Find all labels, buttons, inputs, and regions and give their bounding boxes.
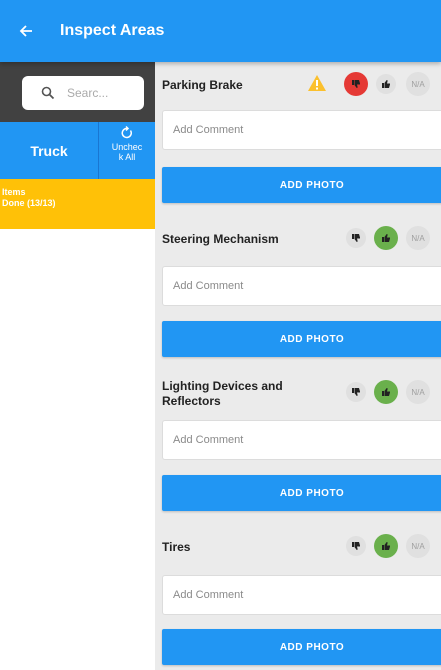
back-button[interactable] <box>6 0 46 62</box>
item-title: Parking Brake <box>162 78 243 92</box>
sidebar: Truck Unchec k All Items Done (13/13) <box>0 62 156 670</box>
add-photo-button[interactable]: ADD PHOTO <box>162 321 441 357</box>
refresh-icon <box>121 126 132 139</box>
search-box[interactable] <box>22 76 144 110</box>
thumbs-up-icon <box>382 80 390 88</box>
thumbs-down-icon <box>352 80 360 88</box>
inspection-item: Lighting Devices and Reflectors N/A ADD … <box>162 378 441 511</box>
pass-button[interactable] <box>374 380 398 404</box>
thumbs-up-icon <box>382 542 390 550</box>
na-button[interactable]: N/A <box>406 534 430 558</box>
tab-row: Truck Unchec k All <box>0 122 155 179</box>
page-title: Inspect Areas <box>60 22 165 39</box>
fail-button[interactable] <box>346 382 366 402</box>
comment-field[interactable] <box>162 420 441 460</box>
comment-field[interactable] <box>162 110 441 150</box>
thumbs-down-icon <box>352 234 360 242</box>
app-bar: Inspect Areas <box>0 0 441 62</box>
thumbs-down-icon <box>352 388 360 396</box>
status-title: Items <box>2 187 26 197</box>
na-button[interactable]: N/A <box>406 226 430 250</box>
items-status-card[interactable]: Items Done (13/13) <box>0 179 155 229</box>
thumbs-up-icon <box>382 388 390 396</box>
inspection-item: Parking Brake N/A ADD PHOTO <box>162 70 441 203</box>
pass-button[interactable] <box>376 74 396 94</box>
add-photo-button[interactable]: ADD PHOTO <box>162 475 441 511</box>
search-area <box>0 62 155 122</box>
thumbs-up-icon <box>382 234 390 242</box>
item-title: Lighting Devices and Reflectors <box>162 379 283 408</box>
na-button[interactable]: N/A <box>406 380 430 404</box>
fail-button[interactable] <box>346 536 366 556</box>
inspection-list: Parking Brake N/A ADD PHOTO Steering Mec… <box>155 62 441 670</box>
uncheck-all-button[interactable]: Unchec k All <box>98 122 155 179</box>
arrow-left-icon <box>19 25 32 37</box>
search-icon <box>41 86 55 100</box>
comment-field[interactable] <box>162 266 441 306</box>
warning-icon <box>308 75 326 91</box>
item-title: Tires <box>162 540 191 554</box>
fail-button[interactable] <box>346 228 366 248</box>
fail-button[interactable] <box>344 72 368 96</box>
add-photo-button[interactable]: ADD PHOTO <box>162 629 441 665</box>
add-photo-button[interactable]: ADD PHOTO <box>162 167 441 203</box>
uncheck-all-label: Unchec k All <box>111 142 143 162</box>
inspection-item: Steering Mechanism N/A ADD PHOTO <box>162 224 441 357</box>
search-input[interactable] <box>65 85 139 101</box>
tab-truck[interactable]: Truck <box>0 122 98 179</box>
pass-button[interactable] <box>374 534 398 558</box>
pass-button[interactable] <box>374 226 398 250</box>
inspection-item: Tires N/A ADD PHOTO <box>162 532 441 665</box>
na-button[interactable]: N/A <box>406 72 430 96</box>
item-title: Steering Mechanism <box>162 232 279 246</box>
status-subtitle: Done (13/13) <box>2 198 56 208</box>
comment-field[interactable] <box>162 575 441 615</box>
thumbs-down-icon <box>352 542 360 550</box>
